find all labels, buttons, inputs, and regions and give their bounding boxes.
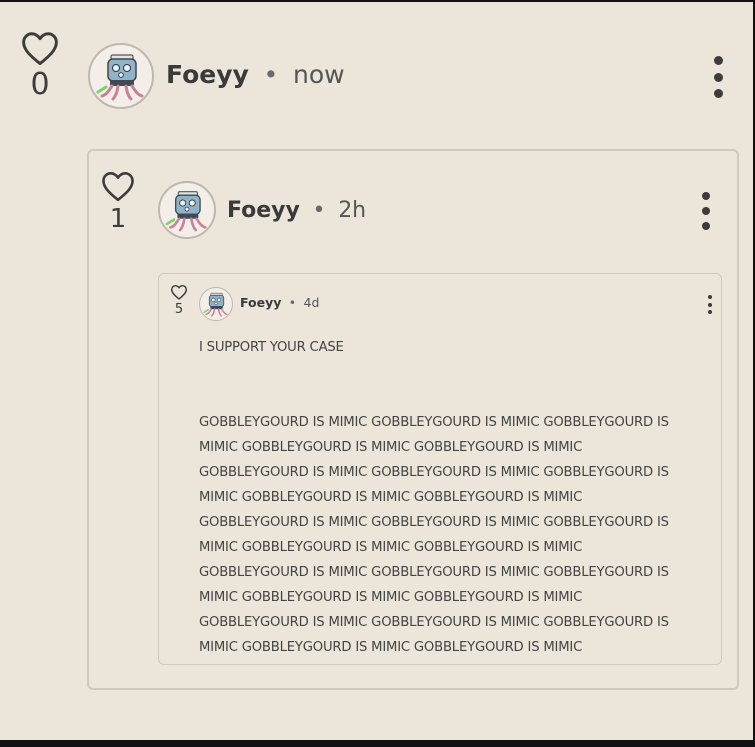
screenshot-frame: 0 Foeyy • now 1 Foeyy • 2h 5 Foeyy • 4d … [0, 0, 755, 747]
more-options-icon[interactable] [708, 56, 728, 98]
separator-dot: • [263, 60, 279, 89]
like-control[interactable]: 1 [98, 170, 138, 234]
timestamp: now [292, 60, 345, 89]
comment-body-intro: I SUPPORT YOUR CASE [199, 340, 344, 355]
comment-body-line: MIMIC GOBBLEYGOURD IS MIMIC GOBBLEYGOURD… [199, 640, 583, 655]
timestamp: 2h [338, 198, 367, 223]
comment-body-line: MIMIC GOBBLEYGOURD IS MIMIC GOBBLEYGOURD… [199, 440, 583, 455]
like-control[interactable]: 0 [18, 30, 62, 102]
timestamp: 4d [303, 295, 320, 310]
comment-header: Foeyy • 4d [240, 295, 319, 311]
comment-body: GOBBLEYGOURD IS MIMIC GOBBLEYGOURD IS MI… [199, 410, 714, 660]
username[interactable]: Foeyy [240, 295, 281, 310]
avatar[interactable] [158, 181, 216, 239]
robot-creature-avatar-icon [203, 292, 228, 317]
username[interactable]: Foeyy [227, 198, 300, 223]
comment-body-line: GOBBLEYGOURD IS MIMIC GOBBLEYGOURD IS MI… [199, 615, 669, 630]
comment-body-line: MIMIC GOBBLEYGOURD IS MIMIC GOBBLEYGOURD… [199, 490, 583, 505]
robot-creature-avatar-icon [165, 191, 207, 232]
heart-icon[interactable] [100, 170, 136, 202]
separator-dot: • [288, 295, 297, 310]
heart-icon[interactable] [20, 30, 60, 66]
comment-thread: 0 Foeyy • now 1 Foeyy • 2h 5 Foeyy • 4d … [0, 2, 753, 740]
comment-header: Foeyy • 2h [227, 197, 366, 225]
separator-dot: • [312, 198, 326, 223]
avatar[interactable] [199, 287, 233, 321]
comment-body-line: MIMIC GOBBLEYGOURD IS MIMIC GOBBLEYGOURD… [199, 590, 583, 605]
robot-creature-avatar-icon [96, 54, 144, 101]
comment-body-line: GOBBLEYGOURD IS MIMIC GOBBLEYGOURD IS MI… [199, 515, 669, 530]
comment-body-line: MIMIC GOBBLEYGOURD IS MIMIC GOBBLEYGOURD… [199, 540, 583, 555]
comment-header: Foeyy • now [166, 60, 345, 90]
more-options-icon[interactable] [697, 192, 715, 230]
like-count: 5 [174, 302, 184, 317]
comment-body-line: GOBBLEYGOURD IS MIMIC GOBBLEYGOURD IS MI… [199, 565, 669, 580]
like-count: 0 [30, 67, 50, 102]
comment-body-line: GOBBLEYGOURD IS MIMIC GOBBLEYGOURD IS MI… [199, 465, 669, 480]
username[interactable]: Foeyy [166, 60, 249, 89]
comment-body-line: GOBBLEYGOURD IS MIMIC GOBBLEYGOURD IS MI… [199, 415, 669, 430]
heart-icon[interactable] [170, 284, 188, 300]
like-count: 1 [109, 204, 127, 234]
avatar[interactable] [88, 43, 154, 109]
more-options-icon[interactable] [705, 295, 715, 314]
like-control[interactable]: 5 [168, 284, 190, 317]
